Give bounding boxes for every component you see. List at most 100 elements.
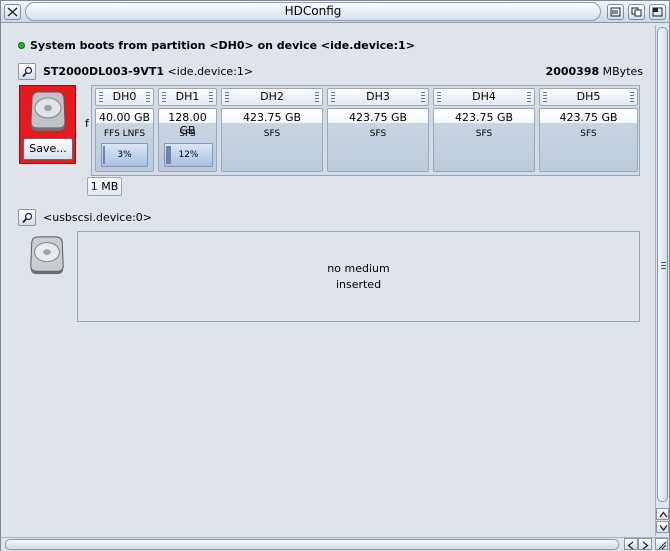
magnifier-icon — [22, 66, 33, 78]
partition-filesystem: SFS — [475, 129, 493, 139]
harddisk-icon — [30, 91, 66, 131]
partition-name: DH5 — [576, 90, 601, 103]
partition-body[interactable]: 423.75 GB SFS — [433, 108, 535, 172]
device1-size-unit: MBytes — [602, 65, 643, 78]
scroll-right-button[interactable] — [638, 538, 652, 550]
no-medium-panel: no medium inserted — [77, 231, 640, 322]
boot-text: System boots from partition <DH0> on dev… — [30, 39, 415, 52]
partition-usage-bar: 3% — [101, 143, 148, 167]
partition-header[interactable]: DH5 — [539, 88, 638, 106]
drag-grip-icon[interactable] — [146, 92, 150, 102]
window-title: HDConfig — [25, 2, 601, 21]
device1-model: ST2000DL003-9VT1 — [43, 65, 165, 78]
partition-size: 423.75 GB — [559, 111, 618, 124]
device1-size: 2000398 MBytes — [546, 65, 643, 78]
drag-grip-icon[interactable] — [437, 92, 441, 102]
partition-table: DH0 40.00 GB FFS LNFS 3% DH1 128.00 GB S… — [91, 85, 640, 176]
partition-size: 40.00 GB — [98, 111, 151, 124]
usage-fill — [103, 146, 105, 164]
drag-grip-icon[interactable] — [209, 92, 213, 102]
drag-grip-icon[interactable] — [630, 92, 634, 102]
resize-icon — [658, 541, 667, 550]
arrow-up-icon — [659, 511, 668, 518]
arrow-left-icon — [627, 541, 634, 550]
partition-body[interactable]: 423.75 GB SFS — [221, 108, 323, 172]
partition-dh3[interactable]: DH3 423.75 GB SFS — [327, 88, 429, 173]
partition-dh0[interactable]: DH0 40.00 GB FFS LNFS 3% — [95, 88, 154, 173]
device1-info-button[interactable] — [18, 63, 36, 80]
arrow-right-icon — [642, 541, 649, 550]
drag-grip-icon[interactable] — [527, 92, 531, 102]
partition-name: DH0 — [112, 90, 137, 103]
partition-body[interactable]: 423.75 GB SFS — [327, 108, 429, 172]
harddisk-icon[interactable] — [21, 234, 73, 276]
partition-filesystem: SFS — [369, 129, 387, 139]
no-medium-line1: no medium — [327, 262, 390, 275]
partition-size: 423.75 GB — [348, 111, 408, 124]
horizontal-scroll-thumb[interactable] — [5, 539, 619, 550]
partition-header[interactable]: DH1 — [158, 88, 217, 106]
device1-drive-selected[interactable]: Save... — [19, 85, 76, 164]
usage-label: 3% — [117, 150, 132, 160]
partition-body[interactable]: 128.00 GB SFS 12% — [158, 108, 217, 172]
drag-grip-icon[interactable] — [99, 92, 103, 102]
partition-dh2[interactable]: DH2 423.75 GB SFS — [221, 88, 323, 173]
partition-header[interactable]: DH4 — [433, 88, 535, 106]
partition-dh1[interactable]: DH1 128.00 GB SFS 12% — [158, 88, 217, 173]
save-button[interactable]: Save... — [23, 138, 73, 160]
device1-label: ST2000DL003-9VT1 <ide.device:1> — [43, 65, 253, 78]
main-content: System boots from partition <DH0> on dev… — [5, 25, 653, 537]
hdconfig-window: HDConfig System boots from partition <DH… — [0, 0, 670, 551]
window-size-gadget[interactable] — [655, 538, 668, 550]
magnifier-icon — [22, 212, 33, 224]
partition-header[interactable]: DH0 — [95, 88, 154, 106]
title-bar[interactable]: HDConfig — [1, 1, 669, 23]
arrow-down-icon — [659, 525, 668, 531]
drag-grip-icon[interactable] — [315, 92, 319, 102]
depth-icon[interactable] — [628, 4, 645, 20]
partition-size: 423.75 GB — [242, 111, 302, 124]
iconify-icon[interactable] — [607, 4, 624, 20]
partition-filesystem: SFS — [179, 129, 196, 139]
scroll-grip-icon — [661, 262, 666, 269]
drag-grip-icon[interactable] — [543, 92, 547, 102]
horizontal-scrollbar[interactable] — [1, 537, 669, 551]
partition-filesystem: SFS — [263, 129, 281, 139]
free-space-block[interactable]: 1 MB — [87, 177, 122, 196]
scroll-left-button[interactable] — [624, 538, 638, 550]
partition-filesystem: SFS — [580, 129, 597, 139]
vertical-scroll-thumb[interactable] — [657, 27, 668, 502]
partition-size: 423.75 GB — [454, 111, 514, 124]
boot-info: System boots from partition <DH0> on dev… — [18, 39, 415, 52]
scroll-up-button[interactable] — [656, 508, 669, 520]
scroll-down-button[interactable] — [656, 521, 669, 533]
partition-header[interactable]: DH2 — [221, 88, 323, 106]
device1-device: <ide.device:1> — [167, 65, 254, 78]
free-space-marker: f — [85, 117, 89, 130]
partition-dh5[interactable]: DH5 423.75 GB SFS — [539, 88, 638, 173]
usage-label: 12% — [178, 150, 199, 160]
partition-header[interactable]: DH3 — [327, 88, 429, 106]
usage-fill — [166, 146, 171, 164]
no-medium-line2: inserted — [335, 278, 382, 291]
boot-led — [18, 42, 25, 49]
device1-size-value: 2000398 — [545, 65, 600, 78]
drag-grip-icon[interactable] — [421, 92, 425, 102]
device2-label: <usbscsi.device:0> — [43, 211, 153, 224]
drag-grip-icon[interactable] — [225, 92, 229, 102]
partition-name: DH4 — [472, 90, 496, 103]
partition-name: DH2 — [260, 90, 284, 103]
zoom-icon[interactable] — [649, 4, 666, 20]
partition-body[interactable]: 423.75 GB SFS — [539, 108, 638, 172]
drag-grip-icon[interactable] — [162, 92, 166, 102]
partition-filesystem: FFS LNFS — [103, 129, 146, 139]
partition-usage-bar: 12% — [164, 143, 213, 167]
partition-name: DH3 — [366, 90, 390, 103]
partition-dh4[interactable]: DH4 423.75 GB SFS — [433, 88, 535, 173]
drag-grip-icon[interactable] — [331, 92, 335, 102]
partition-body[interactable]: 40.00 GB FFS LNFS 3% — [95, 108, 154, 172]
partition-name: DH1 — [175, 90, 200, 103]
device2-info-button[interactable] — [18, 209, 36, 226]
vertical-scrollbar[interactable] — [655, 25, 669, 536]
close-icon[interactable] — [4, 4, 21, 20]
